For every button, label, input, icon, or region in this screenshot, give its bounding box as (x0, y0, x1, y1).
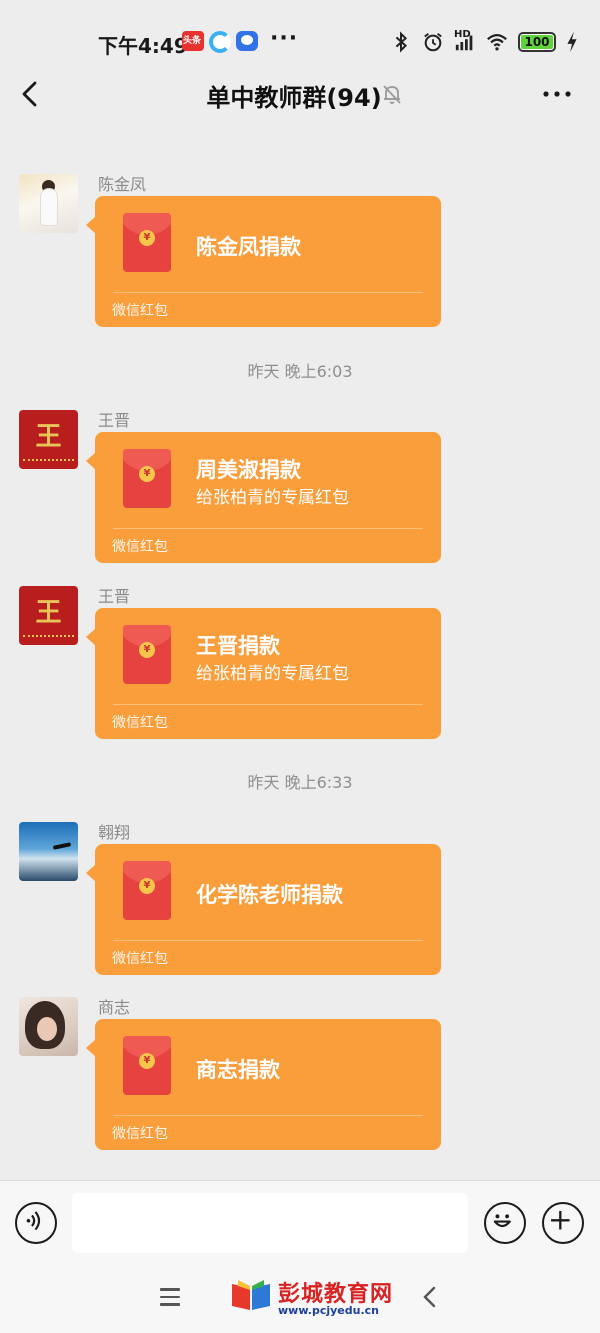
nav-back-icon[interactable] (421, 1285, 439, 1309)
browser-app-icon (209, 31, 231, 53)
red-packet-subtitle: 给张柏青的专属红包 (196, 488, 349, 508)
input-bar (0, 1180, 600, 1266)
red-packet-footer: 微信红包 (112, 715, 168, 731)
chat-title: 单中教师群(94) (206, 84, 382, 112)
red-envelope-icon: ¥ (123, 861, 171, 920)
chat-header: 单中教师群(94) (0, 62, 600, 126)
bluetooth-icon (390, 31, 412, 53)
red-packet-footer: 微信红包 (112, 951, 168, 967)
plus-icon[interactable] (542, 1202, 584, 1244)
red-envelope-icon: ¥ (123, 625, 171, 684)
red-packet-title: 陈金凤捐款 (196, 235, 301, 259)
status-time: 下午4:49 (98, 34, 188, 58)
red-packet[interactable]: ¥ 商志捐款 微信红包 (86, 1019, 441, 1150)
sender-name: 商志 (98, 998, 131, 1017)
divider (113, 292, 423, 293)
red-envelope-icon: ¥ (123, 449, 171, 508)
avatar[interactable] (19, 822, 78, 881)
divider (113, 528, 423, 529)
red-packet-footer: 微信红包 (112, 303, 168, 319)
avatar[interactable] (19, 997, 78, 1056)
red-packet-title: 化学陈老师捐款 (196, 883, 343, 907)
toutiao-app-icon (182, 31, 204, 51)
battery-level: 100 (524, 35, 550, 49)
watermark-url: www.pcjyedu.cn (278, 1304, 379, 1317)
sender-name: 王晋 (98, 411, 131, 430)
sender-name: 陈金凤 (98, 175, 147, 194)
red-packet[interactable]: ¥ 周美淑捐款 给张柏青的专属红包 微信红包 (86, 432, 441, 563)
more-notifications-icon: ··· (270, 26, 299, 51)
red-packet-subtitle: 给张柏青的专属红包 (196, 664, 349, 684)
sender-name: 王晋 (98, 587, 131, 606)
mute-bell-icon (380, 82, 404, 106)
message-input[interactable] (72, 1193, 468, 1253)
baidu-app-icon (236, 31, 258, 51)
red-packet-footer: 微信红包 (112, 1126, 168, 1142)
book-icon (232, 1280, 270, 1310)
red-packet[interactable]: ¥ 化学陈老师捐款 微信红包 (86, 844, 441, 975)
wifi-icon (486, 31, 508, 53)
timestamp: 昨天 晚上6:33 (247, 773, 353, 792)
alarm-icon (422, 31, 444, 53)
menu-icon[interactable] (160, 1288, 180, 1306)
avatar[interactable]: 王 (19, 586, 78, 645)
red-packet-title: 周美淑捐款 (196, 458, 301, 482)
timestamp: 昨天 晚上6:03 (247, 362, 353, 381)
watermark-logo: 彭城教育网 www.pcjyedu.cn (230, 1272, 410, 1322)
more-options-icon[interactable] (542, 86, 572, 100)
red-packet-title: 商志捐款 (196, 1058, 280, 1082)
status-bar: 下午4:49 ··· HD 100 (0, 0, 600, 62)
avatar[interactable]: 王 (19, 410, 78, 469)
battery-icon: 100 (518, 32, 556, 52)
charging-icon (566, 31, 578, 53)
signal-icon: HD (454, 29, 476, 53)
red-packet-title: 王晋捐款 (196, 634, 280, 658)
divider (113, 1115, 423, 1116)
emoji-icon[interactable] (484, 1202, 526, 1244)
red-packet[interactable]: ¥ 王晋捐款 给张柏青的专属红包 微信红包 (86, 608, 441, 739)
red-envelope-icon: ¥ (123, 213, 171, 272)
red-envelope-icon: ¥ (123, 1036, 171, 1095)
red-packet[interactable]: ¥ 陈金凤捐款 微信红包 (86, 196, 441, 327)
divider (113, 940, 423, 941)
sender-name: 翱翔 (98, 823, 131, 842)
red-packet-footer: 微信红包 (112, 539, 168, 555)
avatar[interactable] (19, 174, 78, 233)
divider (113, 704, 423, 705)
system-nav-bar: 彭城教育网 www.pcjyedu.cn (0, 1266, 600, 1333)
voice-input-icon[interactable] (15, 1202, 57, 1244)
